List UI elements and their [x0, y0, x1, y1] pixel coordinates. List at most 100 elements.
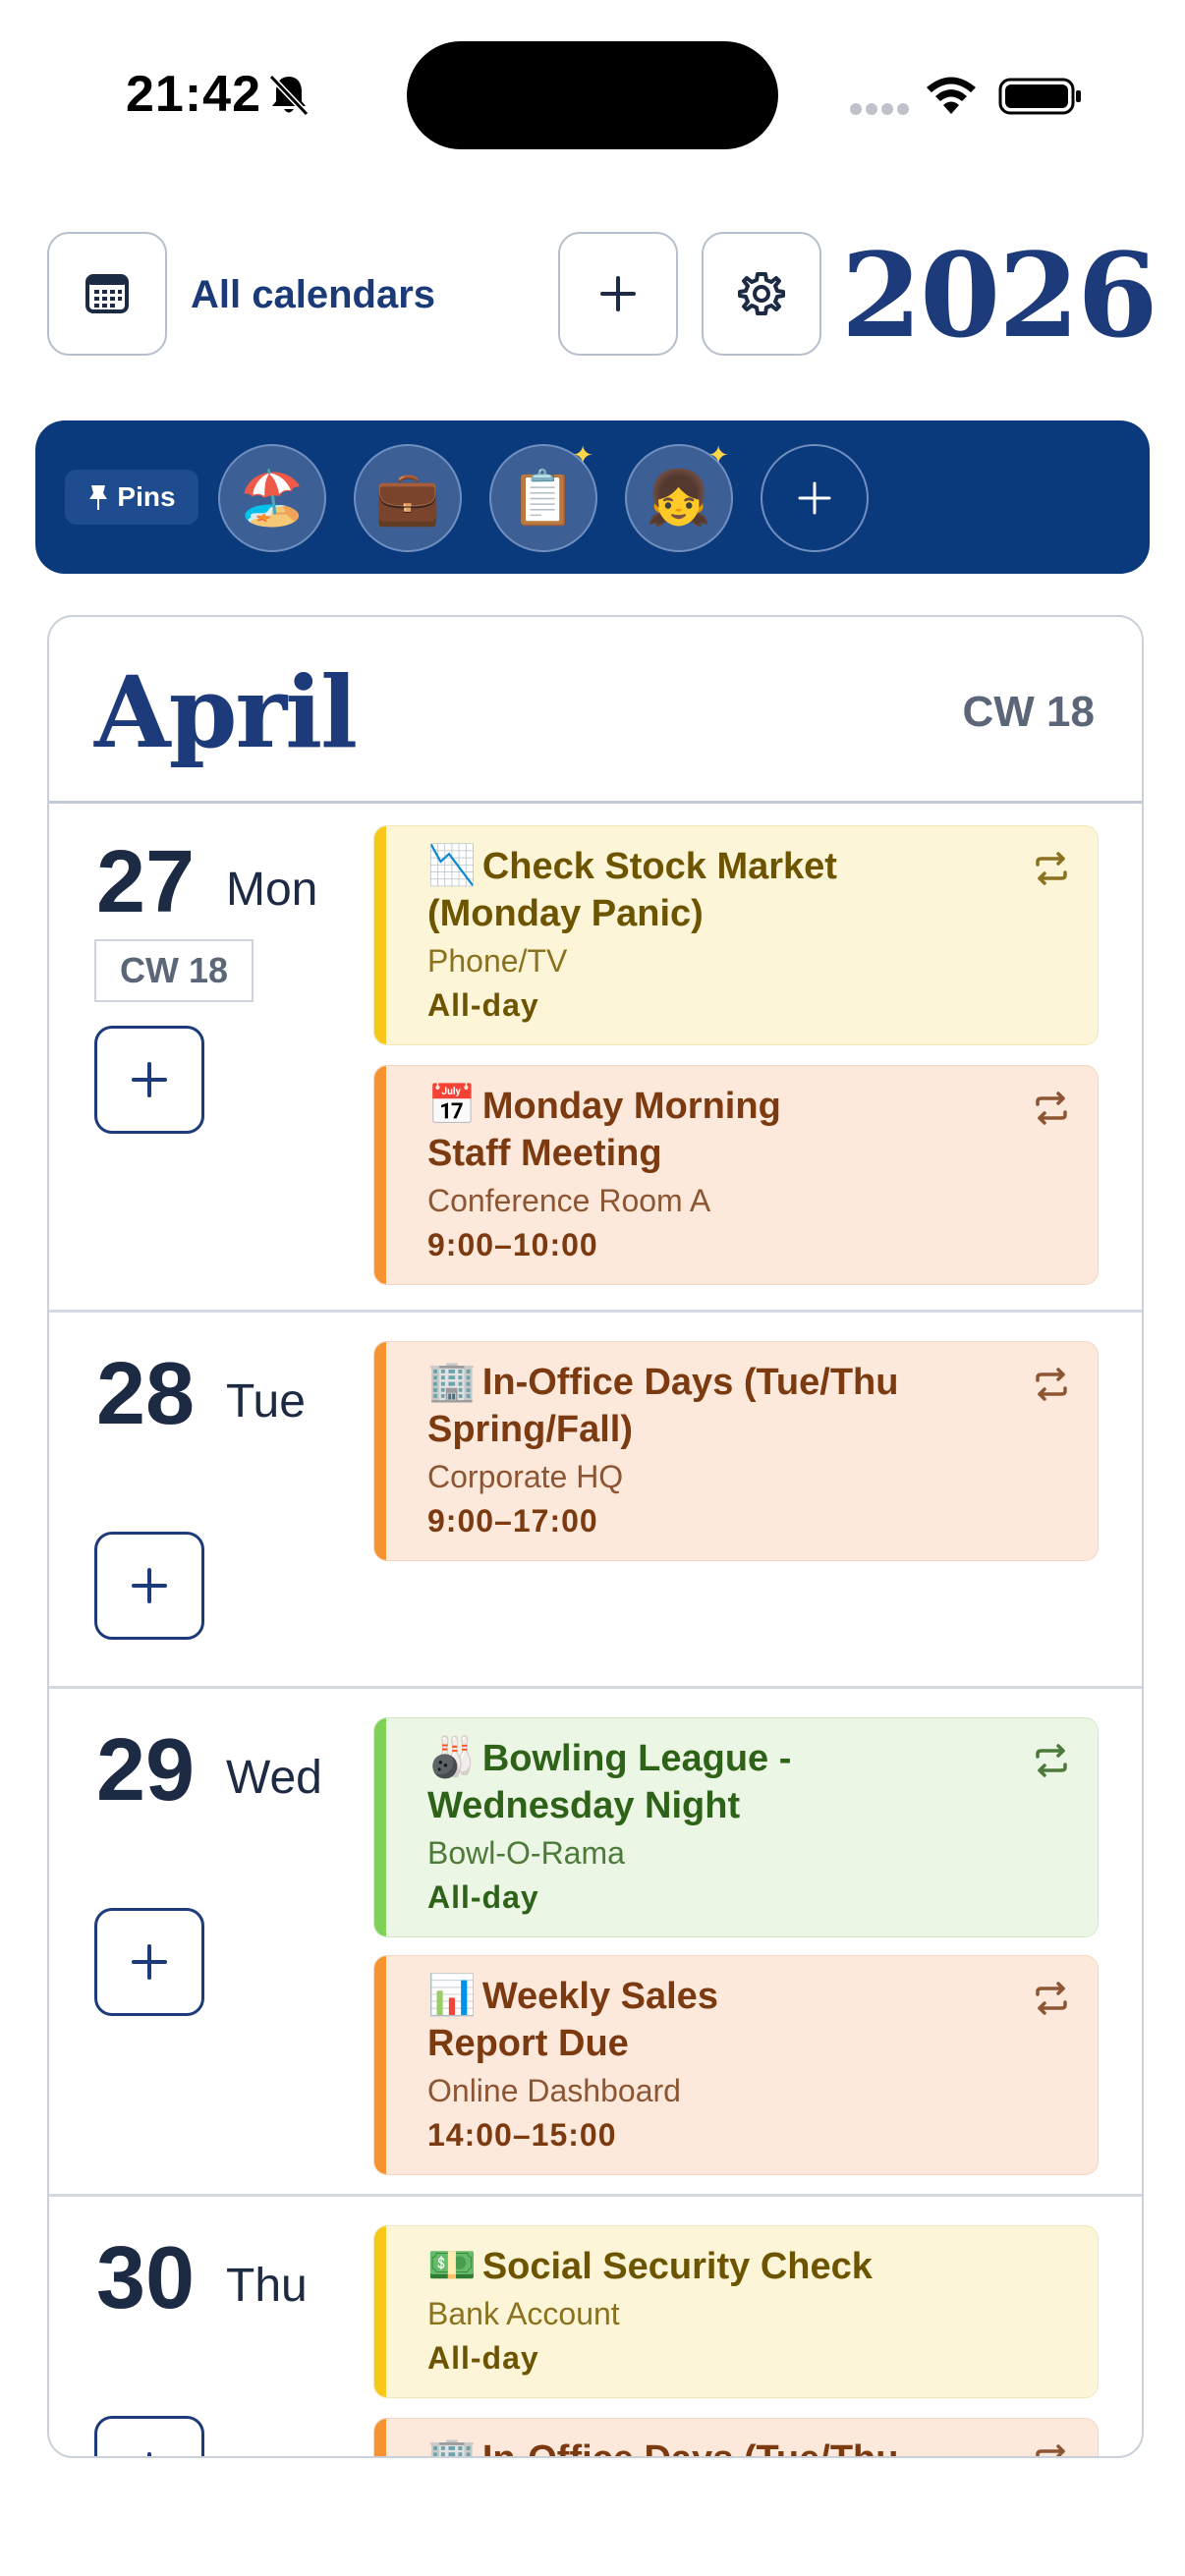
event-location: Phone/TV: [427, 943, 568, 979]
beach-icon: 🏖️: [239, 468, 306, 528]
pin-beach[interactable]: 🏖️: [218, 444, 326, 552]
day-number: 29: [96, 1721, 196, 1820]
girl-icon: 👧: [646, 468, 712, 528]
plus-icon: [132, 1944, 167, 1980]
event-card[interactable]: 🏢 In-Office Days (Tue/Thu: [373, 2418, 1099, 2458]
calendar-view-button[interactable]: [47, 232, 167, 356]
event-color-bar: [374, 1718, 386, 1936]
month-title: April: [94, 654, 358, 770]
clipboard-icon: 📋: [510, 468, 577, 528]
event-color-bar: [374, 2226, 386, 2397]
event-title: 📊 Weekly Sales Report Due: [427, 1972, 1068, 2067]
status-bar: 21:42: [0, 0, 1185, 196]
office-building-icon: 🏢: [427, 2436, 477, 2458]
signal-icon: [850, 103, 909, 115]
add-event-day-button[interactable]: [94, 1908, 204, 2016]
event-title-line: Report Due: [427, 2023, 629, 2064]
pins-label-text: Pins: [117, 481, 176, 512]
event-title-line: (Monday Panic): [427, 893, 704, 934]
pin-girl[interactable]: 👧 ✦: [625, 440, 733, 552]
event-title-line: Check Stock Market: [481, 846, 837, 887]
plus-icon: [147, 2452, 151, 2456]
battery-icon: [998, 78, 1081, 115]
briefcase-icon: 💼: [374, 468, 441, 528]
event-title: 📅 Monday Morning Staff Meeting: [427, 1082, 1068, 1177]
event-title-line: Wednesday Night: [427, 1785, 741, 1826]
event-time: All-day: [427, 2340, 539, 2376]
event-title-line: Bowling League -: [481, 1738, 792, 1779]
event-card[interactable]: 🎳 Bowling League - Wednesday Night Bowl-O-…: [373, 1717, 1099, 1937]
event-location: Corporate HQ: [427, 1459, 624, 1494]
wifi-icon: [927, 77, 976, 114]
plus-icon: [798, 481, 831, 515]
event-card[interactable]: 📉 Check Stock Market (Monday Panic) Phone/…: [373, 825, 1099, 1045]
bowling-icon: 🎳: [427, 1736, 477, 1779]
day-number: 30: [96, 2229, 196, 2327]
office-building-icon: 🏢: [427, 1360, 477, 1403]
add-event-day-button[interactable]: [94, 1532, 204, 1640]
event-title: 🏢 In-Office Days (Tue/Thu: [427, 2435, 1068, 2458]
plus-icon: [132, 1568, 167, 1603]
repeat-icon: [1036, 1744, 1067, 1777]
sparkle-icon: ✦: [572, 440, 593, 470]
plus-icon: [132, 1062, 167, 1097]
add-event-day-button[interactable]: [94, 1026, 204, 1134]
pin-clipboard[interactable]: 📋 ✦: [489, 440, 597, 552]
repeat-icon: [1036, 1982, 1067, 2015]
year-title: 2026: [841, 227, 1157, 364]
day-name: Mon: [226, 864, 318, 916]
calendar-week-badge: CW 18: [94, 939, 254, 1002]
event-time: 9:00–17:00: [427, 1503, 598, 1539]
event-color-bar: [374, 1066, 386, 1284]
calendar-page-icon: 📅: [427, 1084, 477, 1127]
event-title-line: Monday Morning: [481, 1086, 781, 1127]
event-color-bar: [374, 2419, 386, 2456]
dollar-bill-icon: 💵: [427, 2244, 477, 2287]
event-card[interactable]: 💵 Social Security Check Bank Account All-…: [373, 2225, 1099, 2398]
settings-button[interactable]: [702, 232, 821, 356]
event-title-line: Weekly Sales: [481, 1976, 718, 2017]
day-row-30: 30 Thu 💵 Social Security Check Bank Accou…: [49, 2200, 1142, 2458]
event-card[interactable]: 🏢 In-Office Days (Tue/Thu Spring/Fall) Cor…: [373, 1341, 1099, 1561]
event-title: 🎳 Bowling League - Wednesday Night: [427, 1734, 1068, 1829]
event-title-line: In-Office Days (Tue/Thu: [482, 2438, 899, 2456]
day-name: Thu: [226, 2260, 308, 2312]
repeat-icon: [1036, 2444, 1065, 2456]
event-color-bar: [374, 1342, 386, 1560]
event-color-bar: [374, 826, 386, 1044]
event-location: Bowl-O-Rama: [427, 1835, 625, 1871]
event-card[interactable]: 📅 Monday Morning Staff Meeting Conference …: [373, 1065, 1099, 1285]
day-number: 28: [96, 1345, 196, 1443]
pins-label: Pins: [65, 470, 198, 525]
add-event-button[interactable]: [558, 232, 678, 356]
status-time: 21:42: [126, 66, 261, 123]
repeat-icon: [1036, 852, 1067, 885]
day-name: Wed: [226, 1752, 322, 1804]
event-title-line: In-Office Days (Tue/Thu: [481, 1362, 899, 1403]
bar-chart-icon: 📊: [427, 1974, 477, 2017]
month-header: April CW 18: [49, 617, 1142, 804]
add-event-day-button[interactable]: [94, 2416, 204, 2456]
all-calendars-selector[interactable]: All calendars: [191, 273, 435, 317]
calendar-icon: [85, 274, 129, 313]
add-pin-button[interactable]: [761, 444, 869, 552]
event-title: 💵 Social Security Check: [427, 2242, 1068, 2290]
gear-icon: [738, 272, 785, 315]
pin-briefcase[interactable]: 💼: [354, 444, 462, 552]
event-time: All-day: [427, 1879, 539, 1915]
day-row-27: 27 Mon CW 18 📉 Check Stock Market (Monday …: [49, 804, 1142, 1313]
day-row-28: 28 Tue 🏢 In-Office Days (Tue/Thu Spring/Fa…: [49, 1316, 1142, 1689]
repeat-icon: [1036, 1092, 1067, 1125]
event-time: 9:00–10:00: [427, 1227, 598, 1262]
event-title-line: Staff Meeting: [427, 1133, 662, 1174]
event-color-bar: [374, 1956, 386, 2174]
event-location: Bank Account: [427, 2296, 620, 2331]
event-location: Conference Room A: [427, 1183, 711, 1218]
pin-icon: [89, 485, 108, 510]
sparkle-icon: ✦: [707, 440, 729, 470]
event-title: 📉 Check Stock Market (Monday Panic): [427, 842, 1068, 937]
day-name: Tue: [226, 1375, 306, 1428]
event-time: 14:00–15:00: [427, 2117, 617, 2153]
repeat-icon: [1036, 1368, 1067, 1401]
event-card[interactable]: 📊 Weekly Sales Report Due Online Dashboard…: [373, 1955, 1099, 2175]
